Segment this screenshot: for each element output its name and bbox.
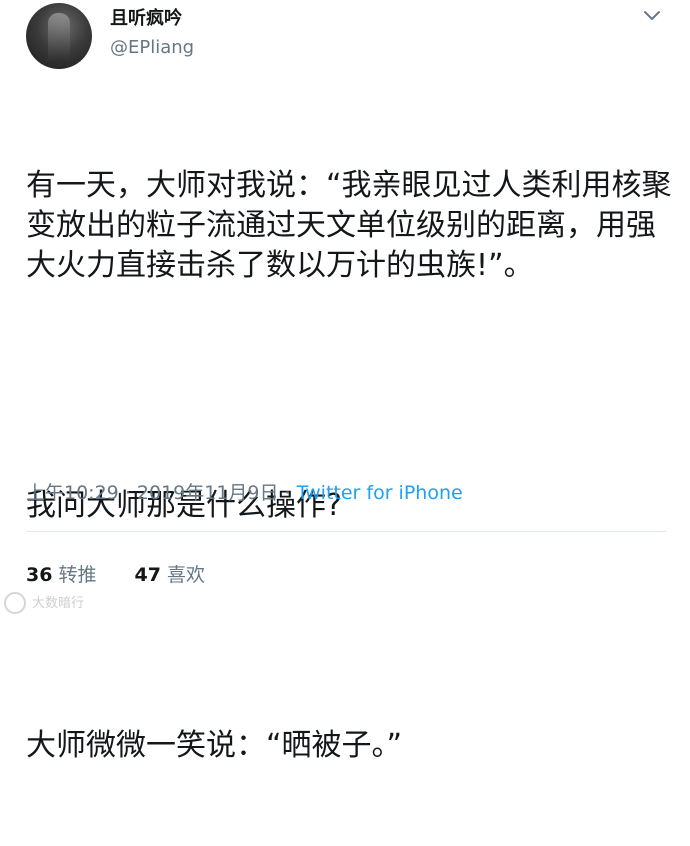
likes-count: 47 bbox=[134, 564, 161, 586]
meta-separator: · bbox=[124, 482, 131, 504]
watermark-logo-icon bbox=[4, 591, 26, 614]
tweet-paragraph: 大师微微一笑说：“晒被子。” bbox=[26, 728, 403, 763]
author-avatar[interactable] bbox=[26, 3, 92, 69]
retweets-count: 36 bbox=[26, 564, 53, 586]
retweets-stat[interactable]: 36 转推 bbox=[26, 564, 103, 586]
tweet-source-link[interactable]: Twitter for iPhone bbox=[297, 482, 463, 504]
tweet-card: 且听疯吟 @EPliang 有一天，大师对我说：“我亲眼见过人类利用核聚变放出的… bbox=[0, 0, 690, 763]
watermark: 大数暗行 bbox=[4, 591, 85, 615]
watermark-text: 大数暗行 bbox=[32, 596, 85, 611]
tweet-stats: 36 转推 47 喜欢 bbox=[26, 560, 205, 587]
meta-separator: · bbox=[284, 482, 291, 504]
likes-stat[interactable]: 47 喜欢 bbox=[135, 564, 205, 586]
chevron-down-icon[interactable] bbox=[641, 4, 663, 26]
author-display-name[interactable]: 且听疯吟 bbox=[110, 4, 182, 30]
tweet-meta: 上午10:29 · 2019年11月9日 · Twitter for iPhon… bbox=[26, 478, 463, 505]
author-handle[interactable]: @EPliang bbox=[110, 37, 194, 58]
divider bbox=[26, 531, 666, 532]
retweets-label: 转推 bbox=[58, 564, 97, 586]
tweet-date[interactable]: 2019年11月9日 bbox=[137, 482, 279, 504]
likes-label: 喜欢 bbox=[166, 564, 205, 586]
tweet-time[interactable]: 上午10:29 bbox=[26, 482, 119, 504]
avatar-figure bbox=[48, 13, 70, 63]
tweet-text: 有一天，大师对我说：“我亲眼见过人类利用核聚变放出的粒子流通过天文单位级别的距离… bbox=[26, 86, 676, 846]
tweet-paragraph: 有一天，大师对我说：“我亲眼见过人类利用核聚变放出的粒子流通过天文单位级别的距离… bbox=[26, 168, 672, 283]
